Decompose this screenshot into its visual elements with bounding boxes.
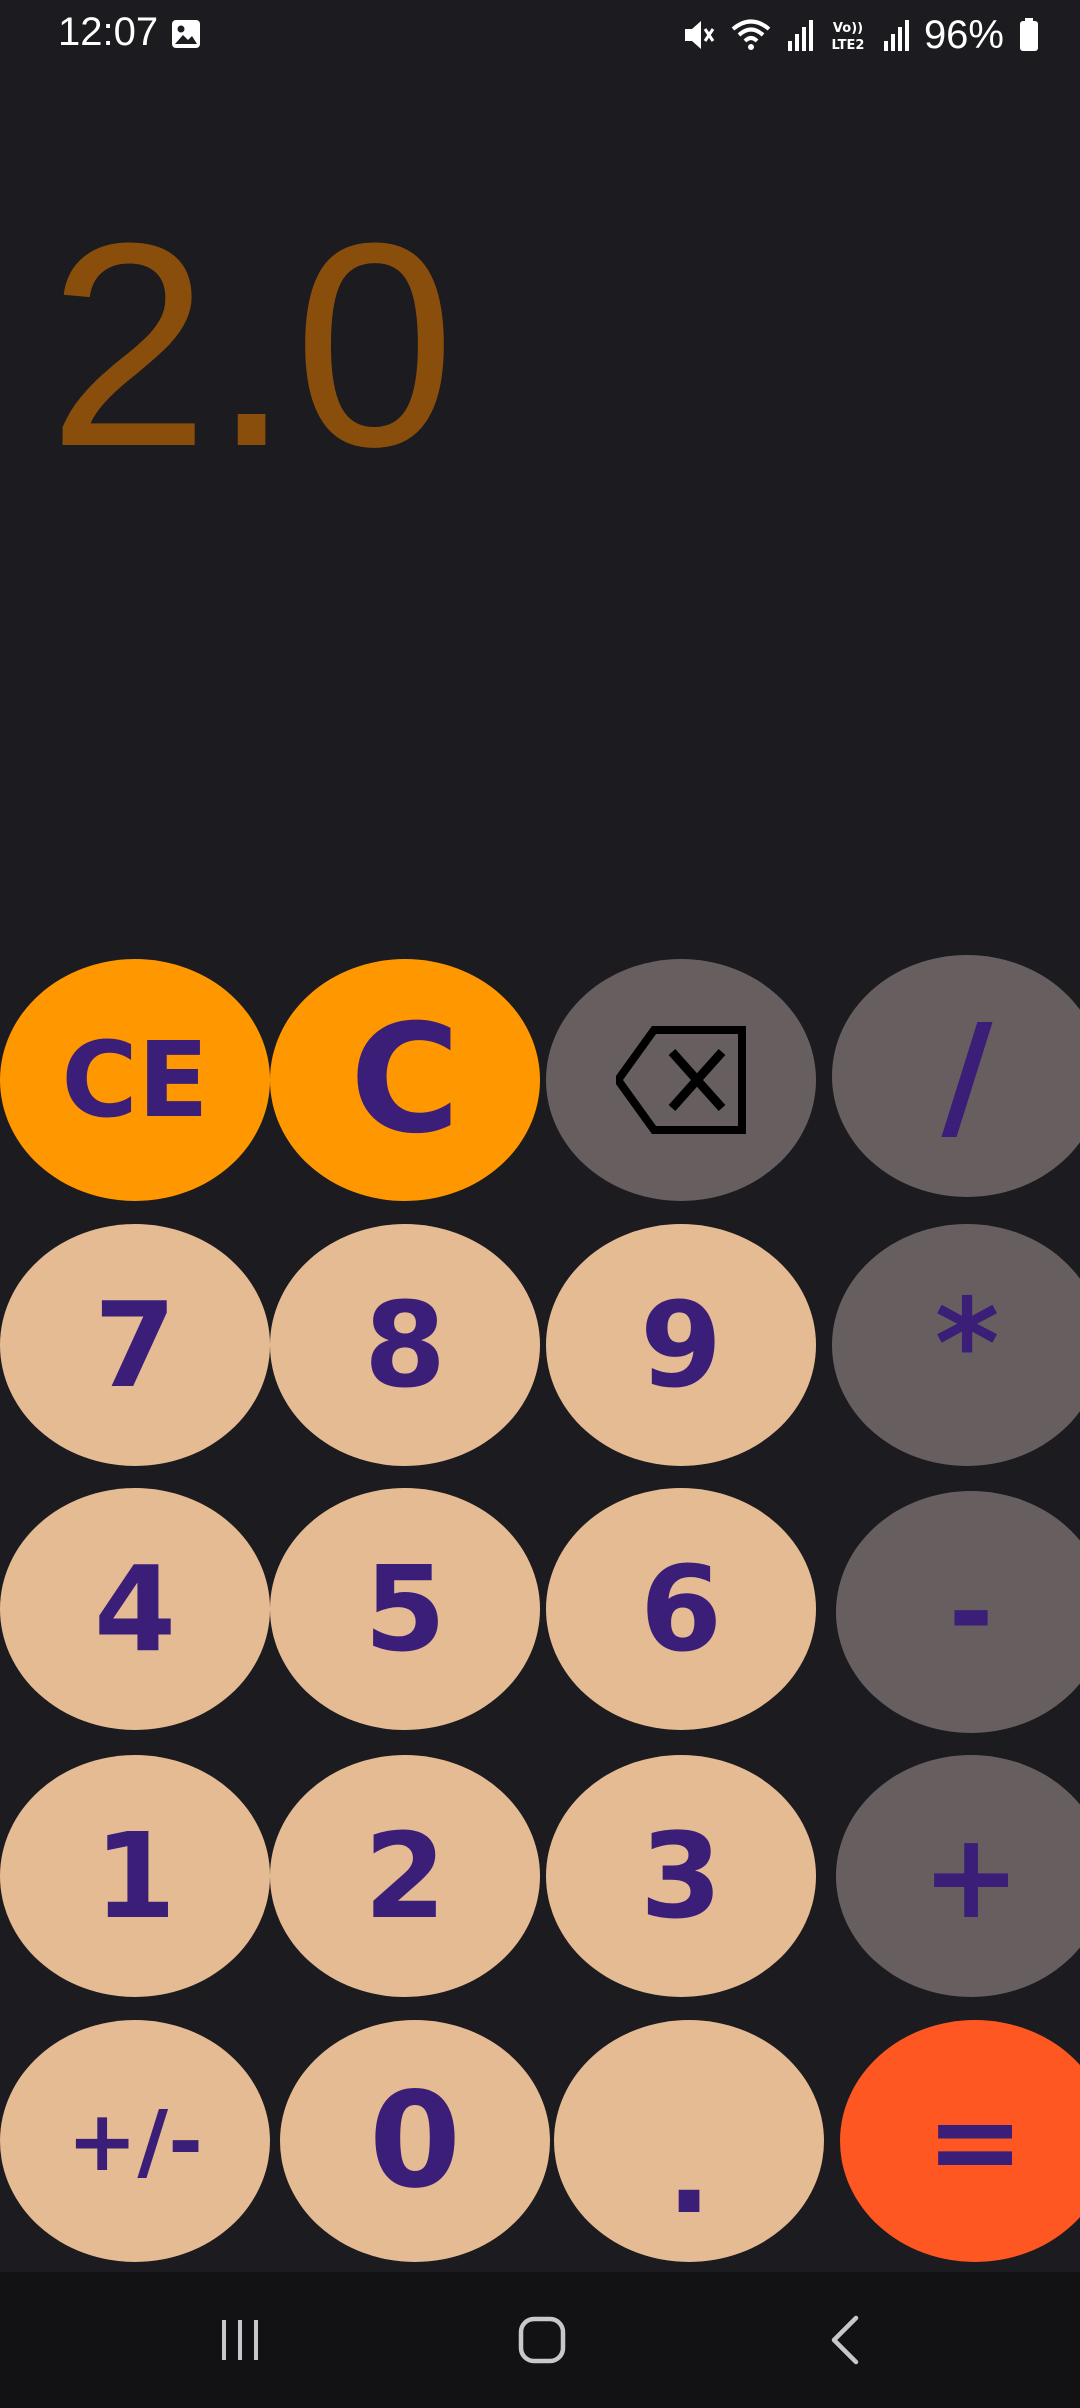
back-button[interactable]: [806, 2300, 886, 2380]
backspace-button[interactable]: [546, 959, 816, 1201]
backspace-icon: [616, 1026, 746, 1134]
multiply-button[interactable]: *: [832, 1224, 1080, 1466]
divide-button[interactable]: /: [832, 955, 1080, 1197]
volte-lte2-icon: Vo)) LTE2: [831, 21, 864, 53]
multiply-label: *: [934, 1273, 1000, 1417]
digit-1-label: 1: [93, 1807, 177, 1945]
digit-2-button[interactable]: 2: [270, 1755, 540, 1997]
battery-icon: [1020, 18, 1038, 51]
subtract-button[interactable]: -: [836, 1491, 1080, 1733]
digit-0-label: 0: [369, 2064, 461, 2218]
digit-2-label: 2: [363, 1807, 447, 1945]
digit-3-button[interactable]: 3: [546, 1755, 816, 1997]
digit-9-label: 9: [639, 1276, 723, 1414]
digit-9-button[interactable]: 9: [546, 1224, 816, 1466]
status-icons: Vo)) LTE2 96%: [682, 8, 1040, 62]
recents-icon: [222, 2320, 258, 2360]
decimal-button[interactable]: .: [554, 2020, 824, 2262]
decimal-label: .: [666, 2102, 712, 2240]
clear-entry-button[interactable]: CE: [0, 959, 270, 1201]
clear-label: C: [349, 993, 461, 1167]
back-icon: [831, 2315, 859, 2365]
mute-icon: [684, 21, 715, 49]
digit-6-label: 6: [639, 1540, 723, 1678]
digit-4-button[interactable]: 4: [0, 1488, 270, 1730]
add-button[interactable]: +: [836, 1755, 1080, 1997]
subtract-label: -: [948, 1549, 994, 1675]
wifi-icon: [731, 19, 771, 50]
digit-0-button[interactable]: 0: [280, 2020, 550, 2262]
clear-entry-label: CE: [61, 1019, 209, 1141]
status-time: 12:07: [58, 10, 159, 54]
home-button[interactable]: [502, 2300, 582, 2380]
gallery-icon: [172, 20, 200, 48]
svg-text:LTE2: LTE2: [831, 38, 864, 53]
home-icon: [518, 2316, 566, 2364]
add-label: +: [921, 1807, 1021, 1945]
negate-button[interactable]: +/-: [0, 2020, 270, 2262]
recents-button[interactable]: [200, 2300, 280, 2380]
digit-5-button[interactable]: 5: [270, 1488, 540, 1730]
signal-icon: [787, 20, 813, 51]
battery-percent: 96%: [923, 12, 1004, 57]
equals-label: =: [925, 2072, 1025, 2210]
digit-8-button[interactable]: 8: [270, 1224, 540, 1466]
status-bar: 12:07 Vo)) LTE2 96%: [0, 0, 1080, 70]
digit-7-button[interactable]: 7: [0, 1224, 270, 1466]
digit-8-label: 8: [363, 1276, 447, 1414]
clear-button[interactable]: C: [270, 959, 540, 1201]
digit-6-button[interactable]: 6: [546, 1488, 816, 1730]
signal-icon-2: [883, 20, 909, 51]
digit-1-button[interactable]: 1: [0, 1755, 270, 1997]
negate-label: +/-: [67, 2092, 203, 2190]
svg-text:Vo)): Vo)): [833, 21, 863, 36]
digit-3-label: 3: [639, 1807, 723, 1945]
result-display: 2.0: [48, 183, 458, 507]
divide-label: /: [941, 994, 993, 1158]
digit-7-label: 7: [93, 1276, 177, 1414]
navigation-bar: [0, 2272, 1080, 2408]
digit-5-label: 5: [363, 1540, 447, 1678]
digit-4-label: 4: [93, 1540, 177, 1678]
equals-button[interactable]: =: [840, 2020, 1080, 2262]
